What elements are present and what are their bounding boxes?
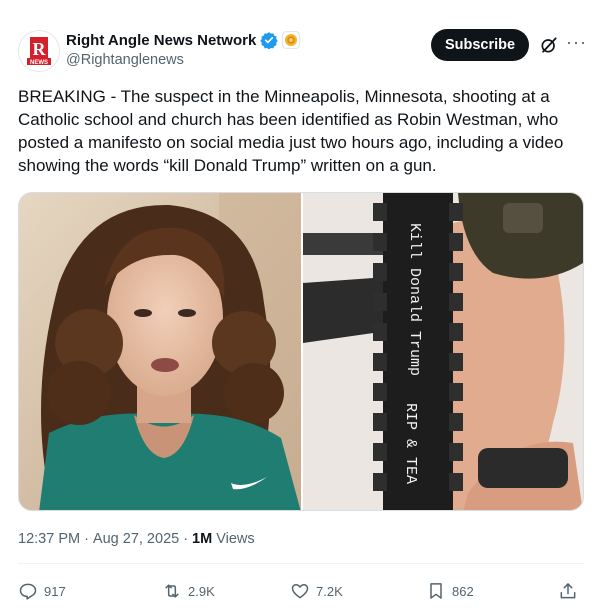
media-photo-person[interactable] [19, 193, 301, 510]
subscribe-button[interactable]: Subscribe [431, 29, 529, 61]
share-button[interactable] [558, 578, 578, 604]
bookmark-button[interactable]: 862 [426, 578, 474, 604]
gun-photo-illustration: Kill Donald Trump RIP & TEA [303, 193, 583, 510]
person-photo-illustration [19, 193, 301, 510]
post-time[interactable]: 12:37 PM [18, 531, 80, 547]
reply-icon [19, 583, 37, 600]
bookmark-count: 862 [452, 583, 474, 599]
like-count: 7.2K [316, 583, 343, 599]
affiliate-badge-icon[interactable] [282, 31, 300, 49]
heart-icon [291, 584, 309, 599]
reply-button[interactable]: 917 [18, 578, 66, 604]
action-bar: 917 2.9K 7.2K 862 [18, 578, 584, 604]
more-options-icon[interactable]: ··· [566, 33, 586, 55]
media-photo-gun[interactable]: Kill Donald Trump RIP & TEA [303, 193, 583, 510]
tweet-card: R NEWS Right Angle News Network @Rightan… [0, 0, 597, 614]
network-logo-icon: R NEWS [19, 31, 59, 71]
reply-count: 917 [44, 583, 66, 599]
repost-icon [165, 584, 179, 598]
account-handle[interactable]: @Rightanglenews [66, 52, 184, 68]
verified-badge-icon[interactable] [260, 31, 279, 49]
post-date[interactable]: Aug 27, 2025 [93, 531, 179, 547]
gun-text-primary: Kill Donald Trump [406, 223, 423, 376]
views-label: Views [216, 531, 255, 547]
like-button[interactable]: 7.2K [290, 578, 343, 604]
account-name-row: Right Angle News Network [66, 30, 300, 50]
gun-text-secondary: RIP & TEA [402, 403, 419, 484]
divider [18, 563, 584, 564]
meta-separator: · [84, 531, 89, 547]
account-name[interactable]: Right Angle News Network [66, 32, 256, 49]
views-count: 1M [192, 531, 213, 547]
meta-separator: · [183, 531, 189, 547]
share-icon [560, 583, 576, 599]
bookmark-icon [430, 583, 442, 599]
post-media[interactable]: Kill Donald Trump RIP & TEA [18, 192, 584, 511]
repost-button[interactable]: 2.9K [162, 578, 215, 604]
avatar-subtext: NEWS [30, 60, 48, 66]
post-meta: 12:37 PM · Aug 27, 2025 · 1M Views [18, 531, 255, 547]
avatar-letter: R [33, 39, 47, 59]
repost-count: 2.9K [188, 583, 215, 599]
avatar[interactable]: R NEWS [18, 30, 60, 72]
grok-icon[interactable] [539, 35, 559, 55]
post-text: BREAKING - The suspect in the Minneapoli… [18, 87, 569, 175]
